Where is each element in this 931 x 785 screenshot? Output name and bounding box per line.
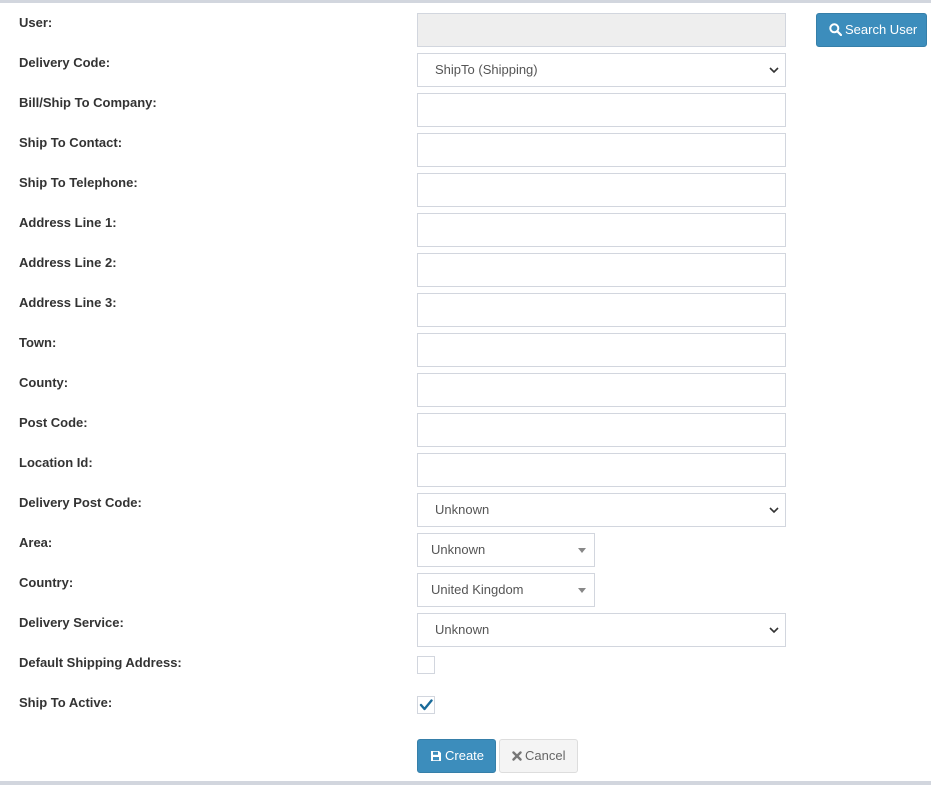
delivery-post-code-select[interactable]: Unknown: [417, 493, 786, 527]
town-input[interactable]: [417, 333, 786, 367]
row-company: Bill/Ship To Company:: [0, 93, 931, 133]
row-delivery-code: Delivery Code: ShipTo (Shipping): [0, 53, 931, 93]
telephone-input[interactable]: [417, 173, 786, 207]
chevron-down-icon: [769, 507, 779, 514]
form-actions: Create Cancel: [0, 739, 931, 779]
default-shipping-checkbox[interactable]: [417, 656, 435, 674]
row-area: Area: Unknown: [0, 533, 931, 573]
row-county: County:: [0, 373, 931, 413]
contact-label: Ship To Contact:: [19, 135, 123, 150]
chevron-down-icon: [769, 67, 779, 74]
row-default-shipping: Default Shipping Address:: [0, 653, 931, 693]
create-label: Create: [445, 748, 485, 763]
address-line-2-label: Address Line 2:: [19, 255, 117, 270]
ship-to-active-label: Ship To Active:: [19, 695, 113, 710]
address-line-1-input[interactable]: [417, 213, 786, 247]
country-select[interactable]: United Kingdom: [417, 573, 595, 607]
company-input[interactable]: [417, 93, 786, 127]
user-field[interactable]: [417, 13, 786, 47]
row-telephone: Ship To Telephone:: [0, 173, 931, 213]
post-code-input[interactable]: [417, 413, 786, 447]
location-id-label: Location Id:: [19, 455, 93, 470]
area-value: Unknown: [431, 542, 486, 557]
user-label: User:: [19, 15, 53, 30]
dropdown-arrow-icon: [578, 548, 586, 553]
delivery-post-code-label: Delivery Post Code:: [19, 495, 142, 510]
bottom-border: [0, 781, 931, 785]
row-address-2: Address Line 2:: [0, 253, 931, 293]
row-address-3: Address Line 3:: [0, 293, 931, 333]
delivery-code-value: ShipTo (Shipping): [435, 62, 538, 77]
row-location-id: Location Id:: [0, 453, 931, 493]
dropdown-arrow-icon: [578, 588, 586, 593]
company-label: Bill/Ship To Company:: [19, 95, 157, 110]
address-line-3-input[interactable]: [417, 293, 786, 327]
default-shipping-label: Default Shipping Address:: [19, 655, 182, 670]
search-user-button[interactable]: Search User: [816, 13, 927, 47]
close-icon: [512, 751, 522, 761]
cancel-label: Cancel: [525, 748, 566, 763]
country-value: United Kingdom: [431, 582, 524, 597]
floppy-disk-icon: [431, 751, 441, 761]
ship-to-active-checkbox[interactable]: [417, 696, 435, 714]
row-ship-to-active: Ship To Active:: [0, 693, 931, 733]
location-id-input[interactable]: [417, 453, 786, 487]
row-post-code: Post Code:: [0, 413, 931, 453]
checkmark-icon: [419, 699, 433, 711]
search-user-label: Search User: [845, 22, 918, 37]
area-label: Area:: [19, 535, 53, 550]
row-delivery-post-code: Delivery Post Code: Unknown: [0, 493, 931, 533]
cancel-button[interactable]: Cancel: [499, 739, 578, 773]
row-country: Country: United Kingdom: [0, 573, 931, 613]
create-button[interactable]: Create: [417, 739, 496, 773]
delivery-code-select[interactable]: ShipTo (Shipping): [417, 53, 786, 87]
row-contact: Ship To Contact:: [0, 133, 931, 173]
row-town: Town:: [0, 333, 931, 373]
delivery-service-value: Unknown: [435, 622, 490, 637]
delivery-post-code-value: Unknown: [435, 502, 490, 517]
town-label: Town:: [19, 335, 57, 350]
chevron-down-icon: [769, 627, 779, 634]
address-line-2-input[interactable]: [417, 253, 786, 287]
delivery-code-label: Delivery Code:: [19, 55, 111, 70]
row-address-1: Address Line 1:: [0, 213, 931, 253]
post-code-label: Post Code:: [19, 415, 88, 430]
area-select[interactable]: Unknown: [417, 533, 595, 567]
delivery-service-label: Delivery Service:: [19, 615, 124, 630]
county-label: County:: [19, 375, 69, 390]
county-input[interactable]: [417, 373, 786, 407]
top-border: [0, 0, 931, 3]
search-icon: [829, 23, 843, 37]
ship-to-form: User: Search User Delivery Code: ShipTo …: [0, 13, 931, 779]
telephone-label: Ship To Telephone:: [19, 175, 138, 190]
row-user: User: Search User: [0, 13, 931, 53]
row-delivery-service: Delivery Service: Unknown: [0, 613, 931, 653]
country-label: Country:: [19, 575, 74, 590]
address-line-1-label: Address Line 1:: [19, 215, 117, 230]
contact-input[interactable]: [417, 133, 786, 167]
delivery-service-select[interactable]: Unknown: [417, 613, 786, 647]
address-line-3-label: Address Line 3:: [19, 295, 117, 310]
